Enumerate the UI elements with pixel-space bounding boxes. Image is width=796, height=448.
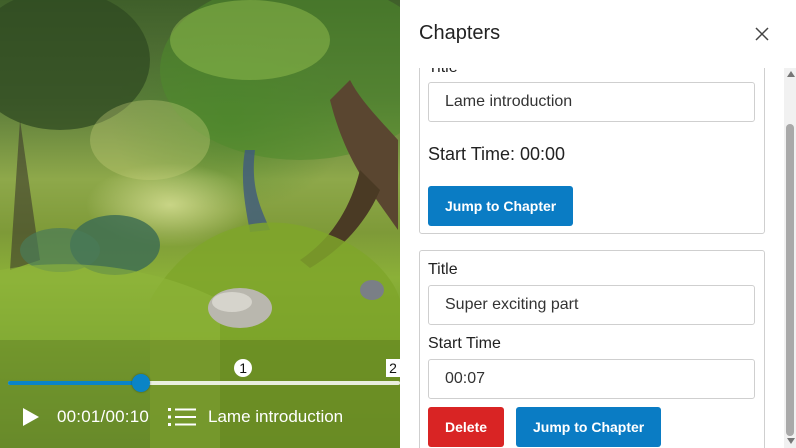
current-chapter-title: Lame introduction [208, 407, 344, 426]
scrollbar[interactable] [784, 68, 796, 448]
scrollbar-thumb[interactable] [786, 124, 794, 436]
chapter-card: Title Start Time Delete Jump to Chapter [419, 250, 765, 448]
start-time-label: Start Time [428, 335, 501, 352]
play-button[interactable] [20, 406, 42, 428]
title-label: Title [428, 261, 458, 278]
chapters-list-icon [168, 408, 196, 426]
chapters-button[interactable] [168, 407, 196, 427]
chapter-title-input[interactable] [428, 82, 755, 122]
control-bar: 00:01/00:10 Lame introduction [0, 398, 400, 438]
scroll-up-arrow-icon[interactable] [787, 71, 795, 77]
chapter-list[interactable]: Title Start Time: 00:00 Jump to Chapter … [419, 68, 775, 448]
chapter-title-input[interactable] [428, 285, 755, 325]
play-icon [23, 408, 39, 426]
panel-title: Chapters [419, 22, 501, 44]
scroll-down-arrow-icon[interactable] [787, 438, 795, 444]
seek-progress [8, 381, 142, 385]
title-label: Title [428, 68, 458, 77]
close-icon [755, 27, 769, 41]
chapter-marker-2[interactable]: 2 [386, 359, 400, 377]
time-display: 00:01/00:10 [57, 407, 150, 426]
chapters-panel: Chapters Title Start Time: 00:00 Jump to… [400, 0, 796, 448]
start-time-text: Start Time: 00:00 [428, 144, 566, 164]
chapter-card: Title Start Time: 00:00 Jump to Chapter [419, 68, 765, 234]
close-button[interactable] [753, 25, 771, 43]
start-time-input[interactable] [428, 359, 755, 399]
video-player[interactable]: 1 2 00:01/00:10 Lame introduction [0, 0, 400, 448]
jump-to-chapter-button[interactable]: Jump to Chapter [428, 186, 574, 226]
jump-to-chapter-button[interactable]: Jump to Chapter [516, 407, 662, 447]
delete-chapter-button[interactable]: Delete [428, 407, 505, 447]
